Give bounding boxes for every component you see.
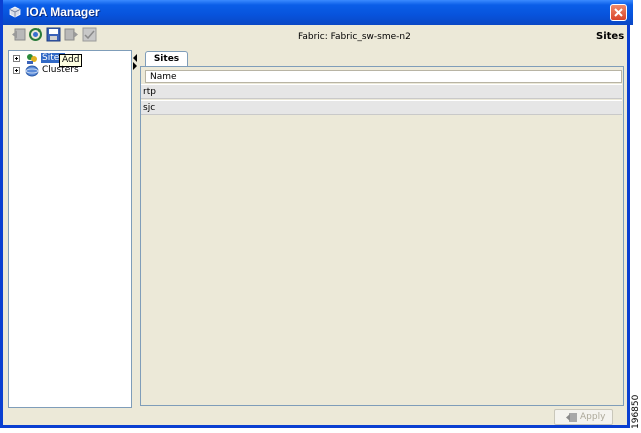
expand-icon[interactable] xyxy=(13,67,20,74)
apply-icon xyxy=(566,413,577,422)
refresh-icon xyxy=(29,28,42,41)
table-row[interactable]: rtp xyxy=(141,84,622,99)
back-button[interactable] xyxy=(11,27,26,42)
figure-id-text: 196850 xyxy=(631,394,640,429)
section-title: Sites xyxy=(596,31,625,42)
main-window: IOA Manager Fabric: Fabric_sw-sme-n2 Sit… xyxy=(0,0,633,428)
column-header-label: Name xyxy=(150,72,177,82)
table-row[interactable]: sjc xyxy=(141,100,622,115)
tab-strip: Sites xyxy=(140,50,624,66)
apply-label: Apply xyxy=(580,412,606,422)
app-icon xyxy=(9,6,21,18)
refresh-button[interactable] xyxy=(28,27,43,42)
sites-icon xyxy=(27,54,37,64)
clusters-icon xyxy=(25,65,39,77)
save-icon xyxy=(46,27,61,42)
close-icon xyxy=(614,8,623,17)
sites-table: Name rtp sjc xyxy=(140,66,624,406)
apply-button[interactable]: Apply xyxy=(554,409,613,425)
expand-icon[interactable] xyxy=(13,55,20,62)
column-header-name[interactable]: Name xyxy=(145,70,622,83)
forward-icon xyxy=(64,28,78,41)
navigation-tree: Sites Add Clusters xyxy=(8,50,132,408)
window-title: IOA Manager xyxy=(26,5,100,19)
status-bar: Apply xyxy=(6,408,630,426)
table-cell-name: sjc xyxy=(143,103,156,113)
title-bar[interactable]: IOA Manager xyxy=(3,0,633,25)
figure-id: 196850 xyxy=(631,394,640,429)
close-button[interactable] xyxy=(610,4,627,21)
back-icon xyxy=(12,28,26,41)
splitter-handle[interactable] xyxy=(132,52,138,72)
tab-sites[interactable]: Sites xyxy=(145,51,188,66)
table-cell-name: rtp xyxy=(143,87,156,97)
fabric-label: Fabric: Fabric_sw-sme-n2 xyxy=(298,32,411,42)
checklist-button[interactable] xyxy=(82,27,97,42)
checklist-icon xyxy=(82,27,97,42)
save-button[interactable] xyxy=(46,27,61,42)
toolbar: Fabric: Fabric_sw-sme-n2 Sites xyxy=(6,26,630,48)
forward-button[interactable] xyxy=(64,27,79,42)
tree-item-label: Clusters xyxy=(42,65,79,75)
